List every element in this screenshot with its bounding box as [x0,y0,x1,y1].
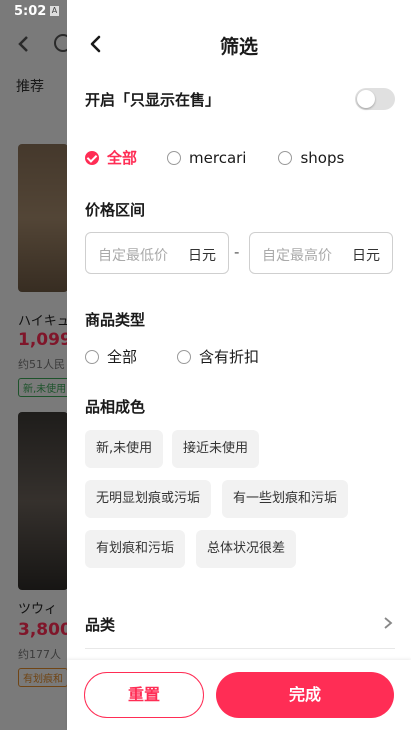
reset-button[interactable]: 重置 [84,672,204,718]
battery-icon [393,5,401,18]
condition-chip[interactable]: 无明显划痕或污垢 [85,480,212,518]
condition-title: 品相成色 [85,398,146,416]
filter-drawer: 筛选 开启「只显示在售」 全部 mercari shops 价格区间 自定最低价… [67,0,411,730]
type-radio-discount[interactable]: 含有折扣 [177,346,259,367]
done-button[interactable]: 完成 [216,672,394,718]
radio-label: 全部 [107,348,138,366]
radio-checked-icon [85,150,99,165]
source-radio-all[interactable]: 全部 [85,147,137,168]
radio-label: 含有折扣 [199,348,260,366]
type-options: 全部 含有折扣 [85,346,259,367]
radio-icon [85,349,99,364]
source-radio-shops[interactable]: shops [278,149,344,167]
price-range-title: 价格区间 [85,201,146,219]
range-separator: - [234,243,240,261]
category-row[interactable]: 品类 [85,608,395,640]
toggle-knob [357,90,375,108]
condition-chip[interactable]: 有划痕和污垢 [85,530,186,568]
on-sale-label: 开启「只显示在售」 [85,91,221,109]
condition-chip[interactable]: 新,未使用 [85,430,164,468]
category-label: 品类 [85,616,116,634]
max-price-placeholder: 自定最高价 [262,248,332,264]
status-time: 5:02 [14,4,47,19]
max-price-field[interactable]: 自定最高价 日元 [249,232,393,274]
condition-chip[interactable]: 总体状况很差 [196,530,297,568]
radio-label: shops [300,148,345,167]
notification-icon: A [50,6,59,16]
min-price-field[interactable]: 自定最低价 日元 [85,232,229,274]
radio-icon [278,150,293,165]
radio-label: 全部 [107,149,138,167]
radio-icon [177,349,192,364]
condition-chip[interactable]: 有一些划痕和污垢 [222,480,349,518]
action-bar: 重置 完成 [67,660,411,730]
source-radio-mercari[interactable]: mercari [167,149,246,167]
type-radio-all[interactable]: 全部 [85,346,137,367]
currency-unit: 日元 [188,248,216,264]
source-options: 全部 mercari shops [85,147,344,168]
currency-unit: 日元 [352,248,380,264]
wifi-icon [359,6,373,17]
chevron-right-icon [384,617,393,629]
status-bar: 5:02 A [0,0,411,24]
on-sale-toggle[interactable] [355,88,395,110]
divider [85,648,395,649]
radio-icon [167,150,182,165]
item-type-title: 商品类型 [85,311,146,329]
min-price-placeholder: 自定最低价 [98,248,168,264]
page-title: 筛选 [219,36,258,58]
radio-label: mercari [189,148,247,167]
condition-chip[interactable]: 接近未使用 [172,430,260,468]
signal-icon [377,5,389,18]
